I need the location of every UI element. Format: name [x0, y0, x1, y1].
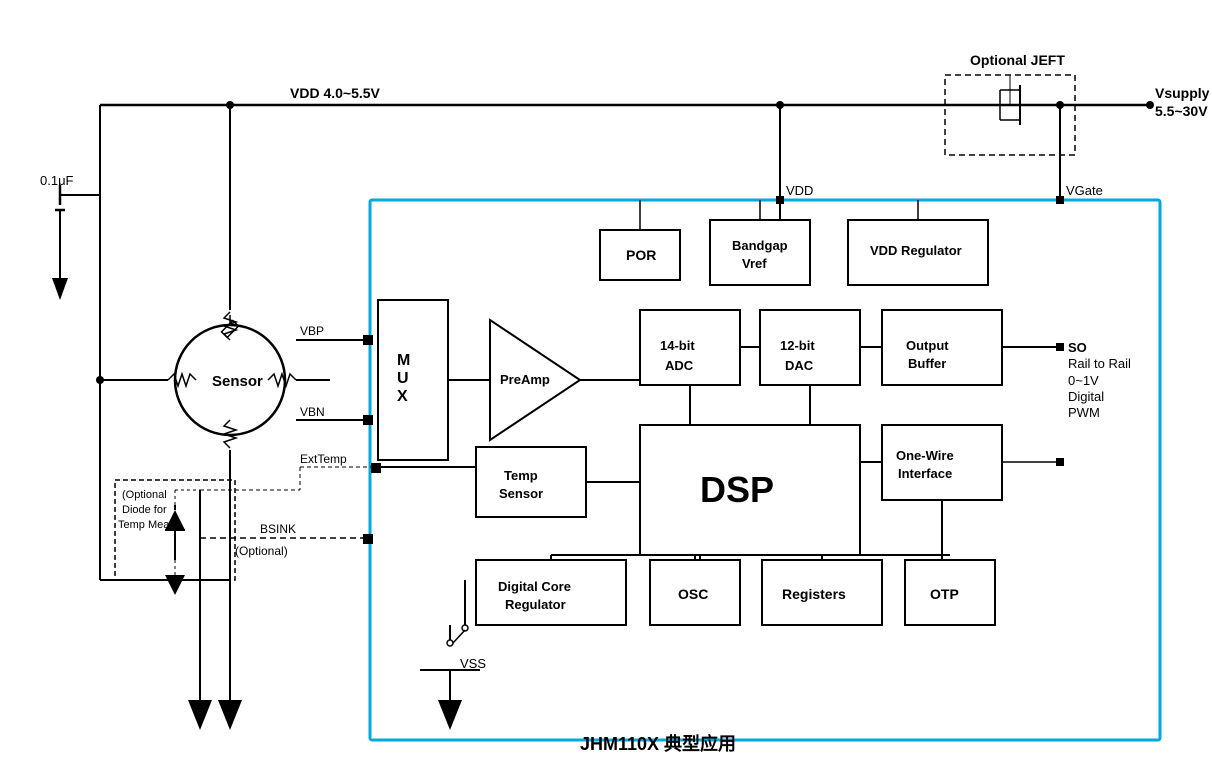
vbp-connector: [363, 335, 373, 345]
adc2-label: ADC: [665, 358, 694, 373]
temp-sensor2-label: Sensor: [499, 486, 543, 501]
so-label: SO: [1068, 340, 1087, 355]
zero-1v-label: 0~1V: [1068, 373, 1099, 388]
bsink-label: BSINK: [260, 522, 296, 536]
preamp-label: PreAmp: [500, 372, 550, 387]
digital-core-label: Digital Core: [498, 579, 571, 594]
diode-for-label: Diode for: [122, 504, 167, 516]
one-wire-label: One-Wire: [896, 448, 954, 463]
dac-label: 12-bit: [780, 338, 815, 353]
subtitle-label: JHM110X 典型应用: [580, 733, 736, 754]
vss-label: VSS: [460, 656, 486, 671]
output-buffer2-label: Buffer: [908, 356, 946, 371]
mux-box: [378, 300, 448, 460]
rail-to-rail-label: Rail to Rail: [1068, 356, 1131, 371]
interface-label: Interface: [898, 466, 952, 481]
vsupply-label: Vsupply: [1155, 85, 1210, 101]
vbn-label: VBN: [300, 405, 325, 419]
vdd-label: VDD: [786, 183, 813, 198]
otp-label: OTP: [930, 586, 959, 602]
digital-label: Digital: [1068, 389, 1104, 404]
pwm-label: PWM: [1068, 405, 1100, 420]
dac2-label: DAC: [785, 358, 814, 373]
vdd-reg-label: VDD Regulator: [870, 243, 962, 258]
sensor-label: Sensor: [212, 373, 263, 390]
optional-jeft-label: Optional JEFT: [970, 52, 1065, 68]
regulator-label: Regulator: [505, 597, 566, 612]
bsink-connector: [363, 534, 373, 544]
output-buffer-label: Output: [906, 338, 949, 353]
vsupply-range-label: 5.5~30V: [1155, 103, 1208, 119]
svg-text:X: X: [397, 388, 408, 405]
svg-text:M: M: [397, 352, 410, 369]
capacitor-label: 0.1μF: [40, 173, 74, 188]
optional-diode-label: (Optional: [122, 489, 167, 501]
vbp-label: VBP: [300, 324, 324, 338]
vdd-rail-label: VDD 4.0~5.5V: [290, 85, 381, 101]
vgate-label: VGate: [1066, 183, 1103, 198]
adc-label: 14-bit: [660, 338, 695, 353]
vref-label: Vref: [742, 256, 767, 271]
bandgap-label: Bandgap: [732, 238, 788, 253]
por-label: POR: [626, 247, 656, 263]
temp-meas-label: Temp Meas): [118, 519, 179, 531]
optional-bsink-label: (Optional): [235, 544, 288, 558]
vbn-connector: [363, 415, 373, 425]
registers-label: Registers: [782, 586, 846, 602]
osc-label: OSC: [678, 586, 708, 602]
exttemp-connector: [371, 463, 381, 473]
svg-text:U: U: [397, 370, 409, 387]
exttemp-label: ExtTemp: [300, 452, 347, 466]
diagram-container: VDD 4.0~5.5V Vsupply 5.5~30V Optional JE…: [0, 0, 1212, 762]
temp-sensor-label: Temp: [504, 468, 538, 483]
dsp-label: DSP: [700, 469, 774, 510]
